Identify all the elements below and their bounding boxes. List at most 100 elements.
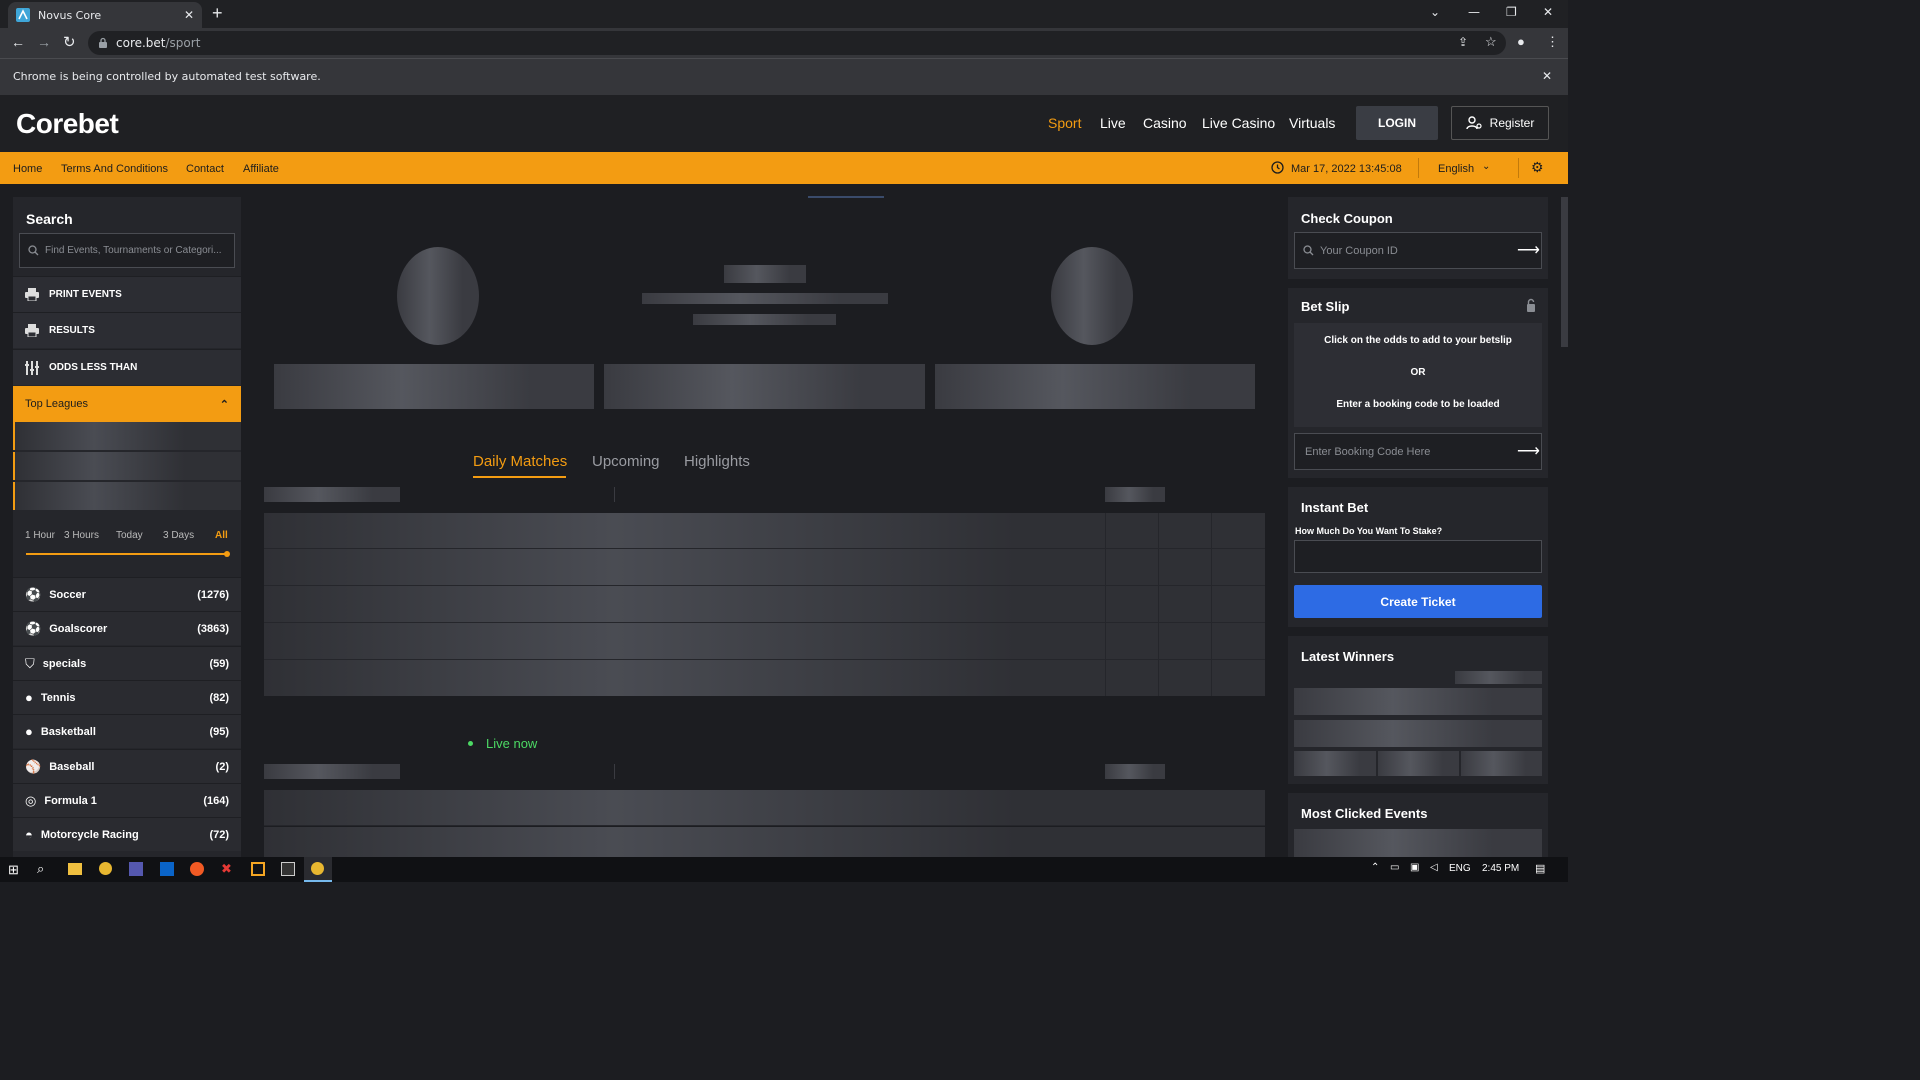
sport-item-basketball[interactable]: ● Basketball (95) (13, 714, 241, 748)
site-logo[interactable]: Corebet (16, 108, 119, 140)
register-button[interactable]: Register (1451, 106, 1549, 140)
table-row-skeleton (264, 549, 1265, 586)
sport-name: Formula 1 (44, 794, 97, 807)
sport-name: Goalscorer (49, 622, 108, 635)
share-icon[interactable]: ⇪ (1458, 35, 1468, 49)
minimize-button[interactable]: — (1468, 5, 1480, 19)
create-ticket-button[interactable]: Create Ticket (1294, 585, 1542, 618)
sport-name: Basketball (40, 725, 96, 738)
search-icon[interactable]: ⌕ (37, 861, 44, 877)
subnav-affiliate[interactable]: Affiliate (243, 163, 279, 175)
tab-daily-matches[interactable]: Daily Matches (473, 453, 567, 470)
terminal-icon[interactable] (281, 862, 295, 876)
restore-button[interactable]: ❐ (1506, 5, 1517, 19)
odds-button-skeleton (935, 364, 1255, 409)
browser-tab[interactable]: Novus Core ✕ (8, 2, 202, 28)
chrome-icon[interactable] (99, 862, 112, 875)
sport-item-motorcycle-racing[interactable]: ◓ Motorcycle Racing (72) (13, 817, 241, 851)
matches-table-skeleton (264, 513, 1265, 696)
odds-less-than-button[interactable]: ODDS LESS THAN (13, 349, 241, 385)
filter-1-hour[interactable]: 1 Hour (25, 530, 55, 541)
back-arrow-icon[interactable]: ← (11, 34, 25, 50)
top-leagues-header[interactable]: Top Leagues ⌃ (13, 386, 241, 422)
text-skeleton (693, 314, 836, 325)
time-slider-handle[interactable] (224, 551, 230, 557)
clock[interactable]: 2:45 PM (1482, 863, 1519, 874)
postman-icon[interactable] (190, 862, 204, 876)
outlook-icon[interactable] (160, 862, 174, 876)
input-language[interactable]: ENG (1449, 863, 1471, 874)
tab-highlights[interactable]: Highlights (684, 453, 750, 470)
chrome-active-icon[interactable] (311, 862, 324, 875)
time-slider-track[interactable] (26, 553, 228, 555)
forward-arrow-icon[interactable]: → (37, 34, 51, 50)
xmind-icon[interactable]: ✖ (221, 861, 232, 877)
team-logo-skeleton (397, 247, 479, 345)
live-now-label: Live now (486, 736, 538, 751)
profile-icon[interactable]: ● (1517, 34, 1525, 49)
sport-item-soccer[interactable]: ⚽ Soccer (1276) (13, 577, 241, 611)
tab-search-icon[interactable]: ⌄ (1430, 5, 1440, 19)
network-icon[interactable]: ▣ (1410, 862, 1419, 873)
search-icon (28, 245, 39, 256)
filter-all[interactable]: All (215, 530, 228, 541)
text-skeleton (642, 293, 888, 304)
results-button[interactable]: RESULTS (13, 312, 241, 348)
booking-code-input[interactable]: Enter Booking Code Here (1294, 433, 1542, 470)
coupon-id-input[interactable]: Your Coupon ID (1294, 232, 1542, 269)
page-scrollbar[interactable] (1561, 197, 1568, 347)
nav-live[interactable]: Live (1100, 115, 1126, 131)
new-tab-button[interactable]: + (212, 4, 223, 22)
nav-virtuals[interactable]: Virtuals (1289, 115, 1335, 131)
subnav-home[interactable]: Home (13, 163, 42, 175)
app-icon[interactable] (251, 862, 265, 876)
omnibox[interactable]: core.bet/sport (88, 31, 1506, 55)
reload-icon[interactable]: ↻ (63, 33, 76, 51)
teams-icon[interactable] (129, 862, 143, 876)
close-window-button[interactable]: ✕ (1543, 5, 1553, 19)
filter-3-days[interactable]: 3 Days (163, 530, 194, 541)
filter-today[interactable]: Today (116, 530, 143, 541)
lock-icon[interactable] (1526, 298, 1536, 313)
chevron-down-icon[interactable]: ⌄ (1482, 161, 1490, 172)
file-explorer-icon[interactable] (68, 863, 82, 875)
chrome-menu-icon[interactable]: ⋮ (1546, 34, 1559, 50)
team-logo-skeleton (1051, 247, 1133, 345)
print-events-button[interactable]: PRINT EVENTS (13, 276, 241, 312)
sport-item-goalscorer[interactable]: ⚽ Goalscorer (3863) (13, 611, 241, 645)
infobar-close-icon[interactable]: ✕ (1542, 69, 1552, 83)
battery-icon[interactable]: ▭ (1390, 862, 1399, 873)
filter-3-hours[interactable]: 3 Hours (64, 530, 99, 541)
sport-count: (72) (209, 828, 229, 841)
sport-item-specials[interactable]: ⛉ specials (59) (13, 646, 241, 680)
basketball-icon: ● (25, 724, 33, 739)
tab-close-icon[interactable]: ✕ (184, 8, 194, 22)
windows-start-icon[interactable]: ⊞ (8, 862, 19, 878)
language-select[interactable]: English (1438, 163, 1474, 175)
settings-gear-icon[interactable]: ⚙ (1531, 159, 1544, 176)
sport-count: (164) (203, 794, 229, 807)
subnav-contact[interactable]: Contact (186, 163, 224, 175)
sport-count: (59) (209, 657, 229, 670)
sport-item-tennis[interactable]: ● Tennis (82) (13, 680, 241, 714)
event-search-input[interactable]: Find Events, Tournaments or Categori... (19, 233, 235, 268)
subnav-terms[interactable]: Terms And Conditions (61, 163, 168, 175)
notifications-icon[interactable]: ▤ (1535, 862, 1545, 875)
bookmark-star-icon[interactable]: ☆ (1485, 34, 1497, 50)
nav-casino[interactable]: Casino (1143, 115, 1187, 131)
tennis-ball-icon: ● (25, 690, 33, 705)
stake-input[interactable] (1294, 540, 1542, 573)
browser-tab-bar: Novus Core ✕ + ⌄ — ❐ ✕ (0, 0, 1568, 28)
arrow-right-icon[interactable]: ⟶ (1517, 441, 1540, 461)
printer-icon (25, 288, 39, 301)
nav-sport[interactable]: Sport (1048, 115, 1081, 131)
sport-item-baseball[interactable]: ⚾ Baseball (2) (13, 749, 241, 783)
sport-item-formula-1[interactable]: ◎ Formula 1 (164) (13, 783, 241, 817)
arrow-right-icon[interactable]: ⟶ (1517, 240, 1540, 260)
nav-live-casino[interactable]: Live Casino (1202, 115, 1275, 131)
volume-icon[interactable]: ◁ (1430, 862, 1438, 873)
tab-upcoming[interactable]: Upcoming (592, 453, 660, 470)
login-button[interactable]: LOGIN (1356, 106, 1438, 140)
tray-chevron-icon[interactable]: ⌃ (1371, 862, 1379, 873)
top-leagues-label: Top Leagues (25, 398, 88, 410)
